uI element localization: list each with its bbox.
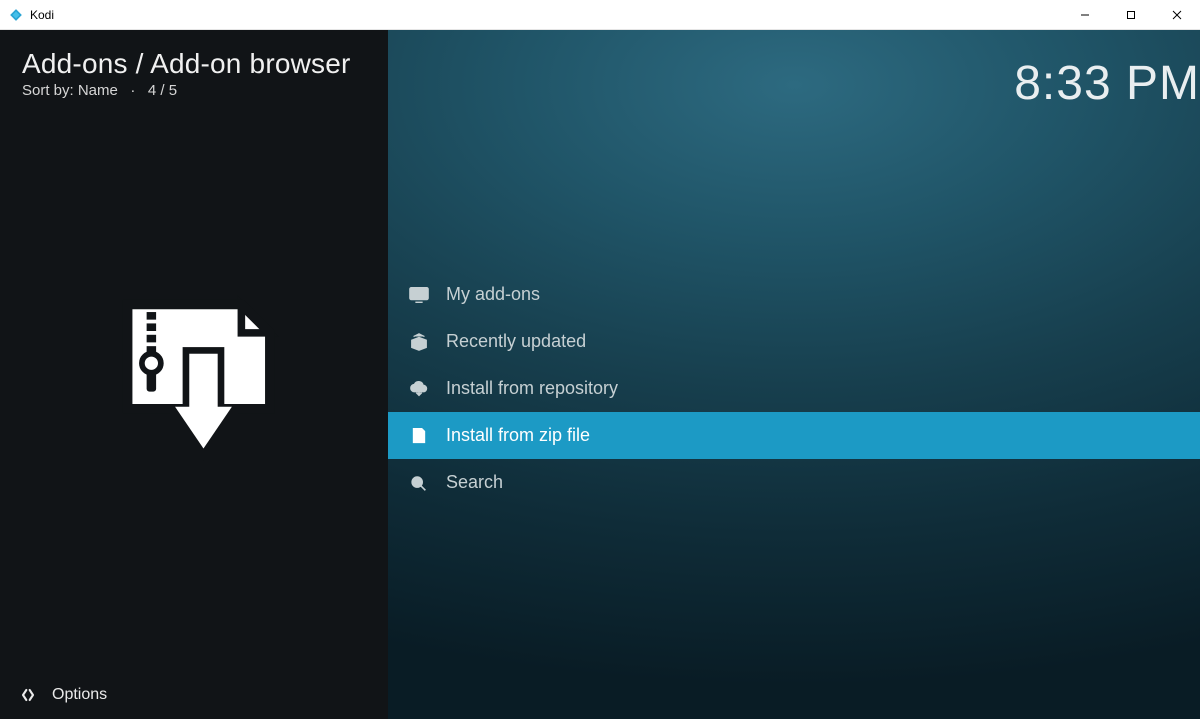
kodi-logo-icon xyxy=(8,7,24,23)
menu-item-install-from-zip-file[interactable]: Install from zip file xyxy=(388,412,1200,459)
menu-item-label: Install from zip file xyxy=(446,425,590,446)
menu-item-label: Search xyxy=(446,472,503,493)
menu-item-label: Recently updated xyxy=(446,331,586,352)
zip-download-icon xyxy=(99,295,289,475)
app-window: Kodi Add-ons / Add-on browser Sort by: N… xyxy=(0,0,1200,719)
cloud-download-icon xyxy=(404,377,434,401)
options-icon xyxy=(16,685,40,705)
options-button[interactable]: Options xyxy=(0,671,388,719)
box-open-icon xyxy=(404,330,434,354)
app-body: Add-ons / Add-on browser Sort by: Name ·… xyxy=(0,30,1200,719)
titlebar-title: Kodi xyxy=(30,8,54,22)
page-title: Add-ons / Add-on browser xyxy=(22,48,366,80)
menu-item-my-addons[interactable]: My add-ons xyxy=(388,271,1200,318)
menu-item-install-from-repository[interactable]: Install from repository xyxy=(388,365,1200,412)
main-panel: 8:33 PM My add-ons xyxy=(388,30,1200,719)
minimize-button[interactable] xyxy=(1062,0,1108,30)
preview-icon-area xyxy=(0,99,388,671)
addon-browser-menu: My add-ons Recently updated xyxy=(388,271,1200,506)
sidebar: Add-ons / Add-on browser Sort by: Name ·… xyxy=(0,30,388,719)
maximize-button[interactable] xyxy=(1108,0,1154,30)
options-label: Options xyxy=(52,686,107,704)
sort-label: Sort by: Name xyxy=(22,82,118,99)
search-icon xyxy=(404,471,434,495)
position-indicator: 4 / 5 xyxy=(148,82,177,99)
close-button[interactable] xyxy=(1154,0,1200,30)
titlebar: Kodi xyxy=(0,0,1200,30)
menu-item-search[interactable]: Search xyxy=(388,459,1200,506)
monitor-icon xyxy=(404,283,434,307)
zip-file-icon xyxy=(404,424,434,448)
menu-item-label: Install from repository xyxy=(446,378,618,399)
breadcrumb: Add-ons / Add-on browser Sort by: Name ·… xyxy=(0,30,388,99)
menu-item-label: My add-ons xyxy=(446,284,540,305)
clock: 8:33 PM xyxy=(1014,56,1200,111)
page-subheader: Sort by: Name · 4 / 5 xyxy=(22,82,366,99)
menu-item-recently-updated[interactable]: Recently updated xyxy=(388,318,1200,365)
